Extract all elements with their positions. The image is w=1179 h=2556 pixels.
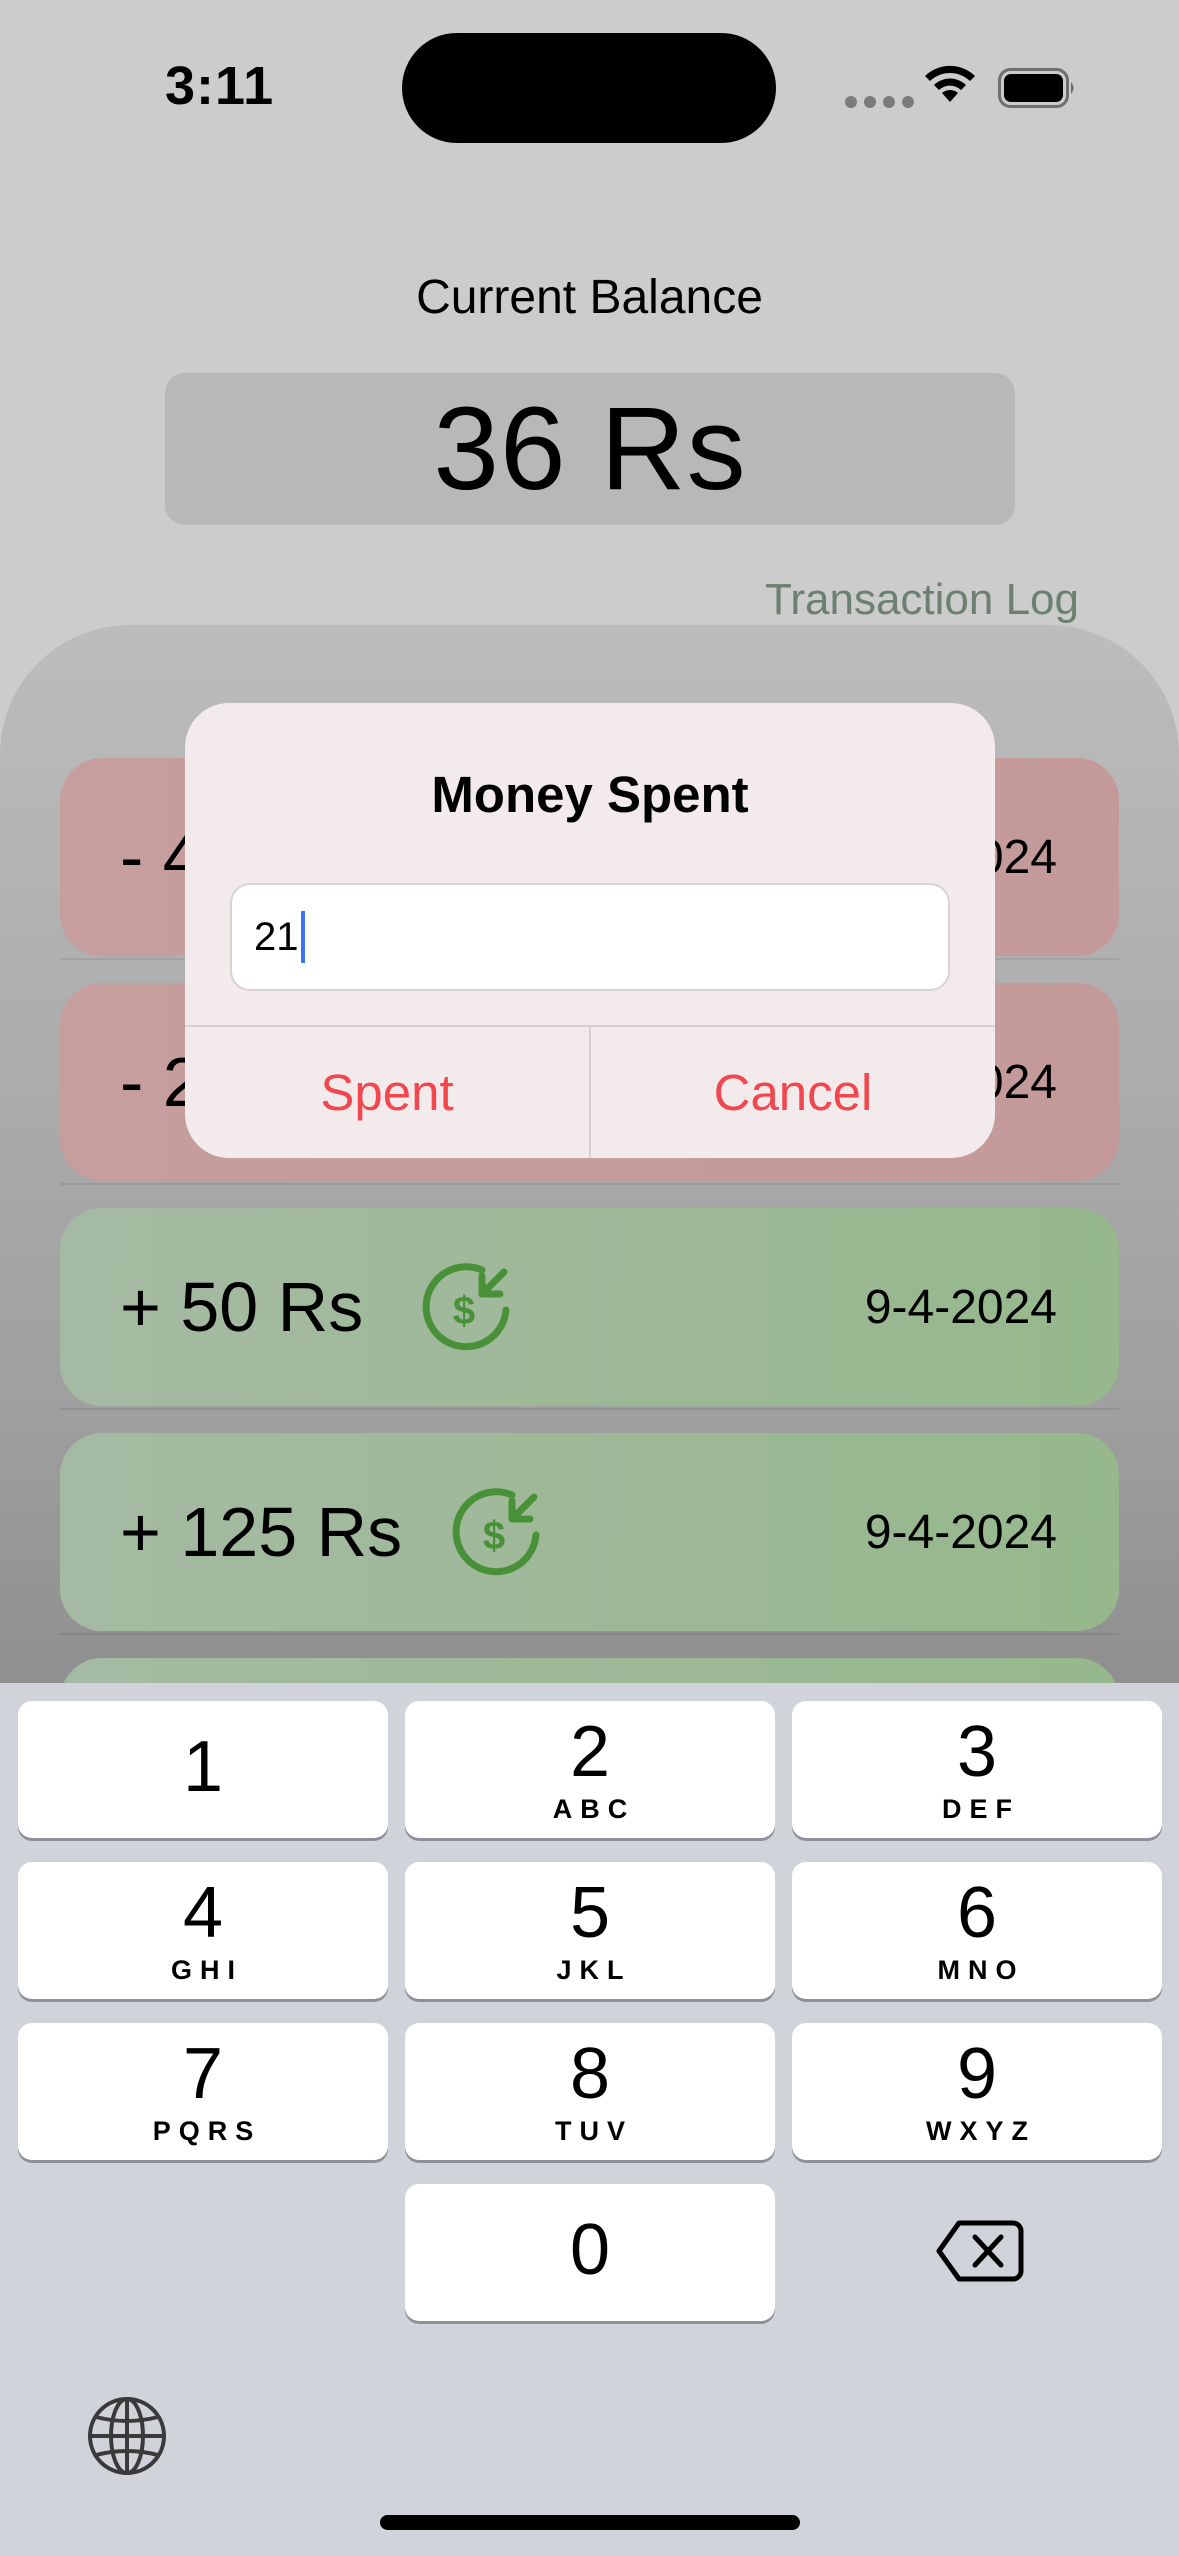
key-2[interactable]: 2 ABC — [405, 1701, 775, 1838]
dialog-title: Money Spent — [431, 766, 749, 823]
cancel-button[interactable]: Cancel — [591, 1027, 995, 1158]
key-digit: 6 — [956, 1873, 998, 1953]
amount-input[interactable]: 21 — [230, 883, 950, 991]
key-0[interactable]: 0 — [405, 2184, 775, 2321]
key-letters: DEF — [942, 1794, 1020, 1824]
key-digit: 0 — [569, 2209, 611, 2290]
key-digit: 5 — [569, 1873, 611, 1953]
key-digit: 2 — [569, 1712, 611, 1792]
key-digit: 3 — [956, 1712, 998, 1792]
key-digit: 8 — [569, 2034, 611, 2114]
money-spent-dialog: Money Spent 21 Spent Cancel — [185, 703, 995, 1158]
amount-input-value: 21 — [254, 914, 299, 959]
globe-icon[interactable] — [86, 2395, 168, 2477]
key-digit: 4 — [182, 1873, 224, 1953]
key-9[interactable]: 9 WXYZ — [792, 2023, 1162, 2160]
key-letters: TUV — [555, 2116, 633, 2146]
key-letters: JKL — [556, 1955, 632, 1985]
key-5[interactable]: 5 JKL — [405, 1862, 775, 1999]
key-letters: WXYZ — [926, 2116, 1036, 2146]
key-6[interactable]: 6 MNO — [792, 1862, 1162, 1999]
home-indicator[interactable] — [380, 2515, 800, 2530]
key-4[interactable]: 4 GHI — [18, 1862, 388, 1999]
key-8[interactable]: 8 TUV — [405, 2023, 775, 2160]
key-letters: PQRS — [152, 2116, 262, 2146]
key-digit: 9 — [956, 2034, 998, 2114]
key-letters: ABC — [552, 1794, 636, 1824]
key-1[interactable]: 1 — [18, 1701, 388, 1838]
key-letters: MNO — [937, 1955, 1025, 1985]
text-caret — [300, 911, 305, 963]
backspace-icon[interactable] — [935, 2217, 1025, 2285]
key-digit: 7 — [182, 2034, 224, 2114]
spent-button[interactable]: Spent — [185, 1027, 589, 1158]
key-3[interactable]: 3 DEF — [792, 1701, 1162, 1838]
key-7[interactable]: 7 PQRS — [18, 2023, 388, 2160]
app-screen: 3:11 Current Balance 36 Rs Transaction L… — [0, 0, 1179, 2556]
key-digit: 1 — [182, 1726, 224, 1807]
key-letters: GHI — [170, 1955, 243, 1985]
